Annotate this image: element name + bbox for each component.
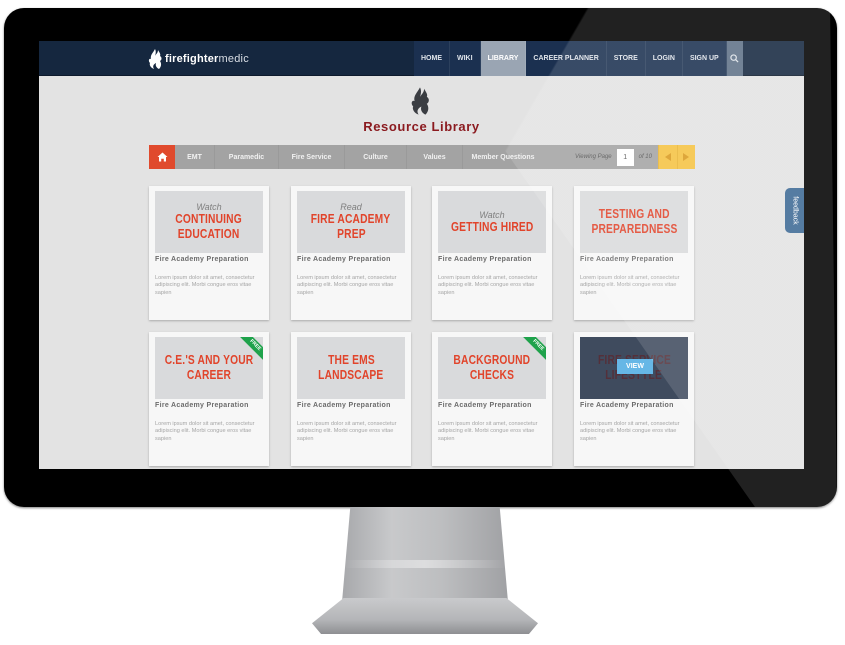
card-description: Lorem ipsum dolor sit amet, consectetur … xyxy=(155,275,255,296)
card-thumbnail[interactable]: Watch GETTING HIRED xyxy=(438,191,546,253)
card-thumbnail[interactable]: THE EMS LANDSCAPE xyxy=(297,337,405,399)
card-headline: GETTING HIRED xyxy=(450,219,534,234)
prev-page-button[interactable] xyxy=(658,145,677,169)
logo-text-light: medic xyxy=(218,53,249,65)
nav-sign-up[interactable]: SIGN UP xyxy=(682,41,727,76)
card-description: Lorem ipsum dolor sit amet, consectetur … xyxy=(438,421,538,442)
card-description: Lorem ipsum dolor sit amet, consectetur … xyxy=(580,275,680,296)
page-number-input[interactable] xyxy=(616,148,634,166)
card-subtitle: Fire Academy Preparation xyxy=(155,402,249,409)
home-icon xyxy=(157,152,167,162)
card-thumbnail[interactable]: C.E.'S AND YOUR CAREER FREE xyxy=(155,337,263,399)
main-nav: HOME WIKI LIBRARY CAREER PLANNER STORE L… xyxy=(414,41,743,76)
card-kicker: Watch xyxy=(479,209,505,220)
card-subtitle: Fire Academy Preparation xyxy=(580,402,674,409)
card-description: Lorem ipsum dolor sit amet, consectetur … xyxy=(297,421,397,442)
card-subtitle: Fire Academy Preparation xyxy=(580,256,674,263)
card-subtitle: Fire Academy Preparation xyxy=(297,402,391,409)
resource-card[interactable]: Watch CONTINUING EDUCATION Fire Academy Pre… xyxy=(149,186,269,320)
card-description: Lorem ipsum dolor sit amet, consectetur … xyxy=(438,275,538,296)
filter-fire-service[interactable]: Fire Service xyxy=(279,145,345,169)
nav-home[interactable]: HOME xyxy=(414,41,450,76)
filter-values[interactable]: Values xyxy=(407,145,463,169)
card-thumbnail[interactable]: TESTING AND PREPAREDNESS xyxy=(580,191,688,253)
resource-card[interactable]: FIRE SERVICELIFESTYLEVIEW Fire Academy Pr… xyxy=(574,332,694,466)
card-subtitle: Fire Academy Preparation xyxy=(438,256,532,263)
card-description: Lorem ipsum dolor sit amet, consectetur … xyxy=(155,421,255,442)
pager: Viewing Page of 10 xyxy=(575,145,658,169)
resource-card[interactable]: THE EMS LANDSCAPE Fire Academy Preparation… xyxy=(291,332,411,466)
logo-text-bold: firefighter xyxy=(165,53,219,65)
nav-store[interactable]: STORE xyxy=(606,41,646,76)
card-headline: CAREER xyxy=(186,368,232,382)
resource-card[interactable]: Watch GETTING HIRED Fire Academy Preparati… xyxy=(432,186,552,320)
card-headline: PREP xyxy=(336,227,366,241)
card-headline: PREPAREDNESS xyxy=(590,222,678,236)
home-filter-button[interactable] xyxy=(149,145,175,169)
card-headline: THE EMS xyxy=(327,353,375,367)
feedback-tab[interactable]: feedback xyxy=(785,188,804,233)
card-headline: TESTING AND xyxy=(598,207,670,221)
flame-logo-icon xyxy=(148,49,162,69)
filter-member-questions[interactable]: Member Questions xyxy=(463,145,543,169)
screen: firefightermedic HOME WIKI LIBRARY CAREE… xyxy=(39,41,804,469)
category-filter-bar: EMT Paramedic Fire Service Culture Value… xyxy=(149,145,695,169)
filter-emt[interactable]: EMT xyxy=(175,145,215,169)
nav-library[interactable]: LIBRARY xyxy=(480,41,527,76)
monitor-stand-neck xyxy=(342,507,508,602)
card-headline: EDUCATION xyxy=(178,227,240,241)
triangle-left-icon xyxy=(664,153,671,161)
nav-login[interactable]: LOGIN xyxy=(645,41,683,76)
card-kicker: Watch xyxy=(196,202,222,212)
resource-card[interactable]: BACKGROUND CHECKS FREE Fire Academy Prepara… xyxy=(432,332,552,466)
page-title: Resource Library xyxy=(363,119,480,134)
triangle-right-icon xyxy=(683,153,690,161)
top-navigation-bar: firefightermedic HOME WIKI LIBRARY CAREE… xyxy=(39,41,804,76)
filter-culture[interactable]: Culture xyxy=(345,145,407,169)
card-kicker: Read xyxy=(340,202,362,212)
monitor-stand-base xyxy=(312,598,538,634)
card-headline: CHECKS xyxy=(469,368,515,382)
card-headline: FIRE ACADEMY xyxy=(311,212,391,226)
card-thumbnail[interactable]: Watch CONTINUING EDUCATION xyxy=(155,191,263,253)
site-logo[interactable]: firefightermedic xyxy=(147,48,249,70)
card-headline: BACKGROUND xyxy=(453,353,531,367)
monitor-mockup: firefightermedic HOME WIKI LIBRARY CAREE… xyxy=(0,0,845,645)
card-thumbnail[interactable]: BACKGROUND CHECKS FREE xyxy=(438,337,546,399)
feedback-label: feedback xyxy=(791,196,799,225)
pager-total: of 10 xyxy=(638,154,652,160)
logo-wordmark: firefightermedic xyxy=(165,53,249,65)
card-thumbnail[interactable]: FIRE SERVICELIFESTYLEVIEW xyxy=(580,337,688,399)
pager-arrows xyxy=(658,145,695,169)
resource-card[interactable]: C.E.'S AND YOUR CAREER FREE Fire Academy Pr… xyxy=(149,332,269,466)
nav-wiki[interactable]: WIKI xyxy=(450,41,481,76)
resource-card[interactable]: Read FIRE ACADEMY PREP Fire Academy Prepara… xyxy=(291,186,411,320)
card-subtitle: Fire Academy Preparation xyxy=(155,256,249,263)
card-description: Lorem ipsum dolor sit amet, consectetur … xyxy=(297,275,397,296)
card-subtitle: Fire Academy Preparation xyxy=(438,402,532,409)
card-subtitle: Fire Academy Preparation xyxy=(297,256,391,263)
view-button[interactable]: VIEW xyxy=(617,359,653,374)
search-icon xyxy=(730,54,739,63)
nav-career-planner[interactable]: CAREER PLANNER xyxy=(526,41,607,76)
stand-highlight xyxy=(342,560,508,568)
filter-paramedic[interactable]: Paramedic xyxy=(215,145,279,169)
flame-emblem-icon xyxy=(411,87,429,115)
card-description: Lorem ipsum dolor sit amet, consectetur … xyxy=(580,421,680,442)
card-headline: LANDSCAPE xyxy=(318,368,384,382)
card-headline: C.E.'S AND YOUR xyxy=(164,353,254,367)
next-page-button[interactable] xyxy=(676,145,696,169)
pager-label: Viewing Page xyxy=(575,154,612,160)
card-headline: CONTINUING xyxy=(175,212,243,226)
card-thumbnail[interactable]: Read FIRE ACADEMY PREP xyxy=(297,191,405,253)
resource-card[interactable]: TESTING AND PREPAREDNESS Fire Academy Prep… xyxy=(574,186,694,320)
search-button[interactable] xyxy=(726,41,743,76)
